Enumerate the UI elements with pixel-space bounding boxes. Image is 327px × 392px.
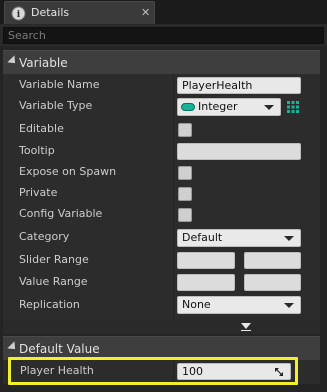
replication-dropdown[interactable]: None [177, 296, 301, 314]
chevron-down-icon [284, 236, 294, 241]
editable-label: Editable [19, 122, 64, 135]
tab-details[interactable]: i Details ✕ [4, 1, 155, 24]
expose-on-spawn-checkbox[interactable] [178, 166, 192, 180]
slider-range-max-input[interactable] [244, 252, 301, 269]
row-editable: Editable [3, 119, 320, 140]
info-icon: i [11, 6, 26, 21]
row-private: Private [3, 183, 320, 204]
config-variable-label: Config Variable [19, 207, 103, 220]
integer-pin-icon [181, 103, 195, 111]
variable-type-value: Integer [198, 100, 238, 113]
variable-name-label: Variable Name [19, 78, 100, 91]
svg-text:i: i [17, 10, 21, 20]
replication-value: None [182, 298, 211, 311]
row-variable-type: Variable Type Integer [3, 96, 320, 117]
variable-name-input[interactable]: PlayerHealth [177, 77, 301, 94]
tooltip-input[interactable] [177, 143, 301, 160]
private-label: Private [19, 186, 58, 199]
search-input[interactable] [3, 27, 324, 44]
tab-bar: i Details ✕ [0, 0, 327, 24]
close-icon[interactable]: ✕ [141, 6, 150, 20]
default-value-category-title: Default Value [19, 342, 100, 356]
value-range-min-input[interactable] [177, 274, 235, 291]
collapse-arrow-icon [7, 341, 19, 353]
variable-category-header[interactable]: Variable [3, 50, 320, 74]
value-range-label: Value Range [19, 275, 88, 288]
row-tooltip: Tooltip [3, 141, 320, 162]
container-type-grid-icon[interactable] [286, 100, 300, 114]
expose-on-spawn-label: Expose on Spawn [19, 165, 117, 178]
advanced-expander[interactable] [3, 320, 320, 334]
variable-type-label: Variable Type [19, 99, 93, 112]
category-dropdown[interactable]: Default [177, 229, 301, 247]
slider-range-label: Slider Range [19, 253, 89, 266]
details-panel: i Details ✕ Variable Variable Name Playe… [0, 0, 327, 392]
config-variable-checkbox[interactable] [178, 208, 192, 222]
editable-checkbox[interactable] [178, 123, 192, 137]
expand-advanced-bar-icon [241, 330, 251, 331]
highlight-outline [8, 357, 298, 385]
row-expose-on-spawn: Expose on Spawn [3, 162, 320, 183]
variable-category-title: Variable [19, 56, 68, 70]
variable-type-dropdown[interactable]: Integer [177, 98, 281, 116]
tooltip-label: Tooltip [19, 144, 55, 157]
row-replication: Replication None [3, 295, 320, 316]
value-range-max-input[interactable] [244, 274, 301, 291]
row-config-variable: Config Variable [3, 204, 320, 225]
chevron-down-icon [264, 105, 274, 110]
slider-range-min-input[interactable] [177, 252, 235, 269]
row-value-range: Value Range [3, 272, 320, 293]
chevron-down-icon [284, 303, 294, 308]
row-slider-range: Slider Range [3, 250, 320, 271]
collapse-arrow-icon [7, 55, 19, 67]
tab-title: Details [31, 6, 70, 19]
variable-properties: Variable Name PlayerHealth Variable Type… [3, 74, 320, 320]
row-category: Category Default [3, 227, 320, 248]
replication-label: Replication [19, 298, 80, 311]
private-checkbox[interactable] [178, 187, 192, 201]
row-variable-name: Variable Name PlayerHealth [3, 75, 320, 96]
search-bar [0, 24, 327, 46]
category-value: Default [182, 231, 223, 244]
expand-advanced-icon [241, 323, 251, 329]
category-label: Category [19, 230, 70, 243]
